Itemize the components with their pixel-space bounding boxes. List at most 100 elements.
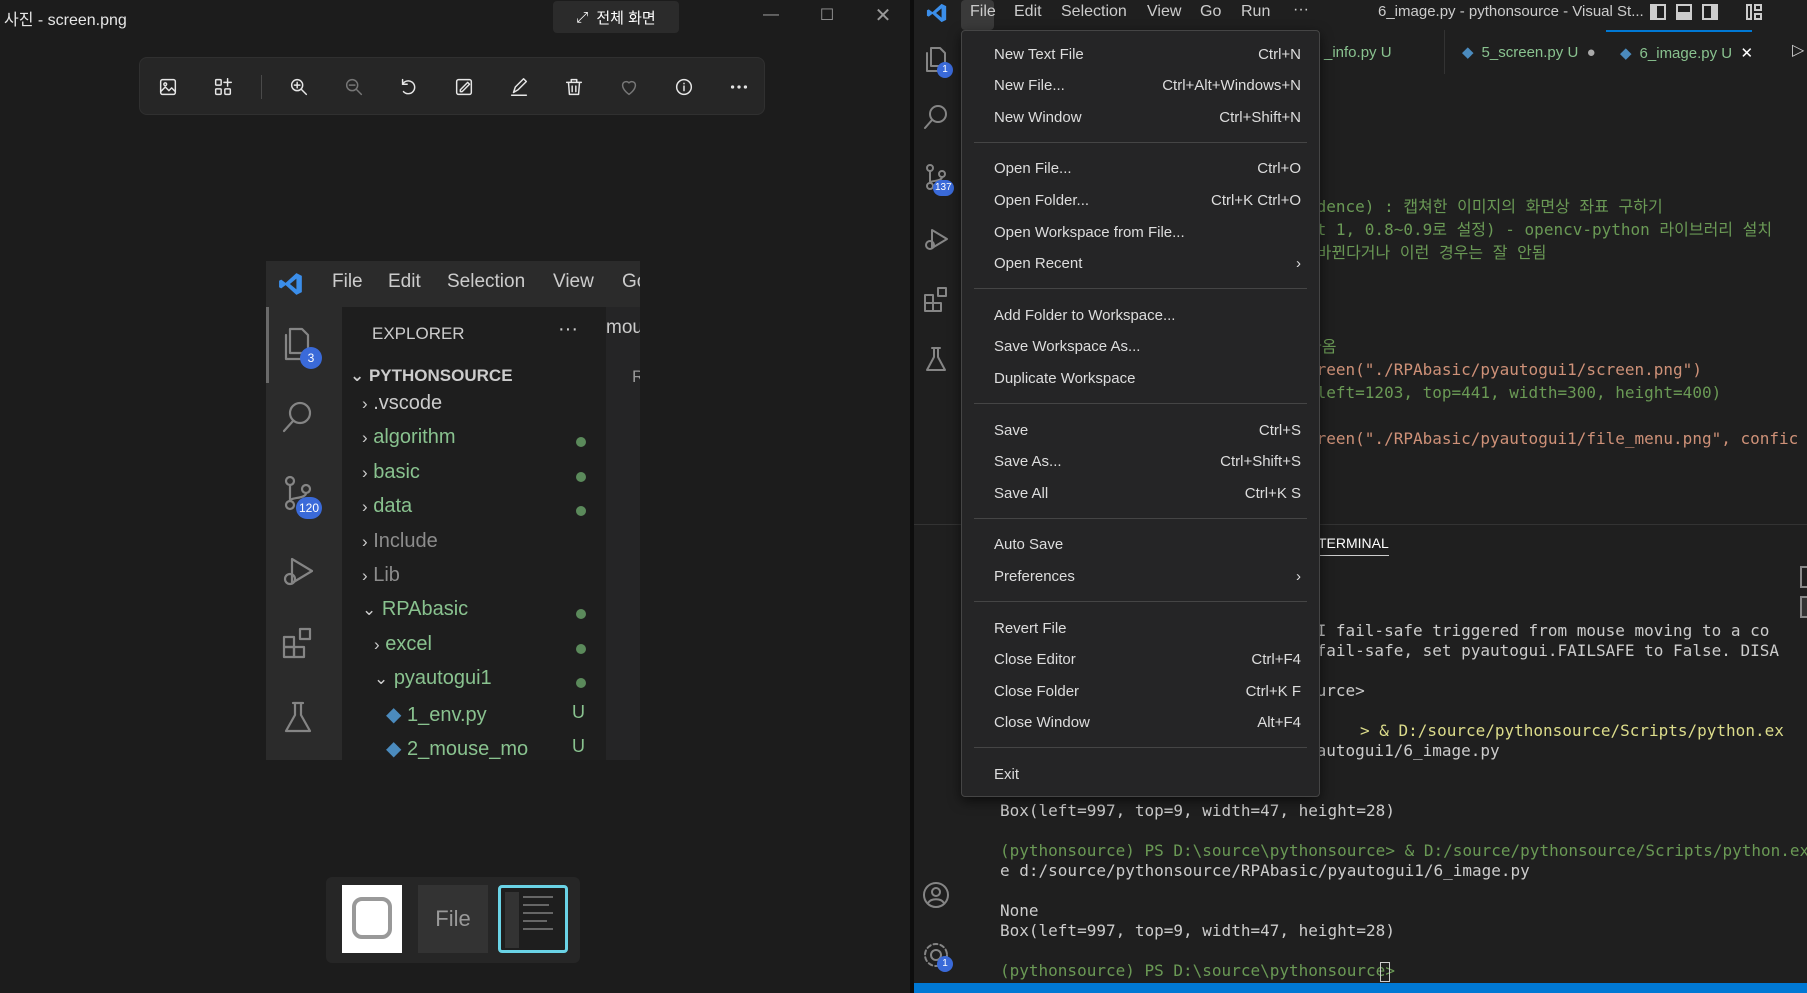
tab-terminal[interactable]: TERMINAL [1318, 535, 1389, 556]
menu-selection[interactable]: Selection [1061, 3, 1127, 21]
close-button[interactable]: ✕ [858, 0, 908, 30]
menu-item-save-workspace-as[interactable]: Save Workspace As... [962, 332, 1319, 362]
menu-item-add-folder-to-workspace[interactable]: Add Folder to Workspace... [962, 300, 1319, 330]
menu-more[interactable]: ··· [1293, 1, 1309, 19]
window-title: 사진 - screen.png [4, 12, 127, 29]
customize-layout-icon[interactable] [1746, 4, 1762, 20]
filmstrip-thumbnail-1[interactable] [342, 885, 402, 953]
search-icon[interactable] [921, 102, 951, 137]
filmstrip-thumbnail-2[interactable]: File [418, 885, 488, 953]
menu-item-new-file[interactable]: New File... Ctrl+Alt+Windows+N [962, 71, 1319, 101]
menu-item-shortcut: Alt+F4 [1257, 714, 1301, 732]
image-tree-item: › algorithm [362, 426, 590, 456]
chevron-right-icon: › [1296, 255, 1301, 273]
menu-item-open-file[interactable]: Open File... Ctrl+O [962, 154, 1319, 184]
toggle-panel-icon[interactable] [1676, 4, 1692, 20]
image-tree-label: Include [373, 529, 438, 552]
minimize-button[interactable]: — [746, 0, 796, 30]
toggle-secondary-sidebar-icon[interactable] [1702, 4, 1718, 20]
menu-item-save[interactable]: Save Ctrl+S [962, 415, 1319, 445]
image-tree-label: Lib [373, 564, 400, 586]
run-python-icon[interactable]: ▷ [1792, 40, 1804, 60]
menu-item-close-window[interactable]: Close Window Alt+F4 [962, 708, 1319, 738]
filmstrip-thumbnail-3-selected[interactable] [498, 885, 568, 953]
draw-icon[interactable] [506, 74, 532, 100]
terminal-instance-icon-2[interactable] [1800, 596, 1807, 618]
menu-run[interactable]: Run [1241, 3, 1270, 21]
menu-item-close-editor[interactable]: Close Editor Ctrl+F4 [962, 645, 1319, 675]
menu-item-label: Exit [994, 765, 1020, 783]
more-icon[interactable] [726, 74, 752, 100]
window-title: 6_image.py - pythonsource - Visual St... [1378, 3, 1644, 20]
menu-item-new-text-file[interactable]: New Text File Ctrl+N [962, 39, 1319, 69]
image-tree-label: algorithm [373, 426, 456, 449]
terminal-line: yautogui1/6_image.py [1307, 741, 1500, 760]
image-tree-label: excel [385, 632, 432, 655]
menu-item-revert-file[interactable]: Revert File [962, 613, 1319, 643]
image-tree-label: 2_mouse_mo [406, 738, 529, 760]
maximize-button[interactable]: ☐ [802, 0, 852, 30]
rotate-icon[interactable] [396, 74, 422, 100]
account-icon[interactable] [921, 880, 951, 915]
menu-item-open-workspace-from-file[interactable]: Open Workspace from File... [962, 217, 1319, 247]
menu-item-shortcut: Ctrl+Alt+Windows+N [1162, 77, 1301, 95]
menu-item-duplicate-workspace[interactable]: Duplicate Workspace [962, 363, 1319, 393]
image-tree-item: › .vscode [362, 392, 590, 422]
image-scm-badge: 120 [296, 497, 323, 519]
menu-item-open-folder[interactable]: Open Folder... Ctrl+K Ctrl+O [962, 185, 1319, 215]
fullscreen-button[interactable]: ⤢ 전체 화면 [553, 1, 679, 33]
status-bar [914, 983, 1807, 993]
menu-go[interactable]: Go [1200, 3, 1221, 21]
tab-label: _info.py [1324, 43, 1377, 61]
modified-dot-icon [576, 643, 586, 654]
edit-image-icon[interactable] [451, 74, 477, 100]
menu-item-exit[interactable]: Exit [962, 759, 1319, 789]
close-tab-icon[interactable]: ✕ [1740, 44, 1753, 62]
menu-item-open-recent[interactable]: Open Recent › [962, 249, 1319, 279]
menu-item-label: Open File... [994, 160, 1072, 178]
chevron-down-icon: ⌄ [350, 366, 369, 385]
image-icon[interactable] [155, 74, 181, 100]
zoom-in-icon[interactable] [286, 74, 312, 100]
menu-item-save-all[interactable]: Save All Ctrl+K S [962, 478, 1319, 508]
testing-icon[interactable] [921, 344, 951, 379]
menu-item-auto-save[interactable]: Auto Save [962, 530, 1319, 560]
run-debug-icon[interactable] [921, 224, 951, 259]
menu-edit[interactable]: Edit [1014, 3, 1042, 21]
vscode-titlebar [914, 0, 1807, 30]
explorer-icon[interactable]: 1 [921, 44, 953, 79]
info-icon[interactable] [671, 74, 697, 100]
image-activity-bar [266, 307, 342, 760]
modified-dot-icon [576, 609, 586, 620]
image-tree-label: pyautogui1 [393, 667, 492, 690]
delete-icon[interactable] [561, 74, 587, 100]
image-tree-label: data [373, 495, 413, 518]
tab-divider [1444, 30, 1445, 74]
menu-file[interactable]: File [970, 3, 996, 21]
heart-icon[interactable] [616, 74, 642, 100]
tab-status: U [1380, 43, 1392, 61]
zoom-out-icon[interactable] [341, 74, 367, 100]
terminal-instance-icon[interactable] [1800, 566, 1807, 588]
menu-item-save-as[interactable]: Save As... Ctrl+Shift+S [962, 447, 1319, 477]
chevron-right-icon: › [1296, 567, 1301, 585]
menu-view[interactable]: View [1147, 3, 1181, 21]
extensions-icon[interactable] [921, 284, 951, 319]
tab-5-screen[interactable]: ◆ 5_screen.py U ● [1448, 30, 1606, 74]
tab-6-image-active[interactable]: ◆ 6_image.py U ✕ [1606, 30, 1753, 74]
menu-item-label: Preferences [994, 567, 1075, 585]
menu-item-new-window[interactable]: New Window Ctrl+Shift+N [962, 102, 1319, 132]
vscode-logo-icon [926, 3, 947, 23]
menu-item-preferences[interactable]: Preferences › [962, 561, 1319, 591]
toggle-primary-sidebar-icon[interactable] [1650, 4, 1666, 20]
image-partial-tab: mous [606, 317, 640, 338]
chevron-right-icon: › [362, 497, 368, 517]
settings-gear-icon[interactable]: 1 [921, 940, 953, 975]
python-file-icon: ◆ [1462, 44, 1474, 61]
menu-item-label: Revert File [994, 619, 1067, 637]
menu-item-close-folder[interactable]: Close Folder Ctrl+K F [962, 676, 1319, 706]
source-control-icon[interactable]: 137 [921, 162, 954, 197]
menu-item-label: Save As... [994, 453, 1062, 471]
apps-icon[interactable] [210, 74, 236, 100]
image-tree-label: 1_env.py [406, 703, 487, 726]
